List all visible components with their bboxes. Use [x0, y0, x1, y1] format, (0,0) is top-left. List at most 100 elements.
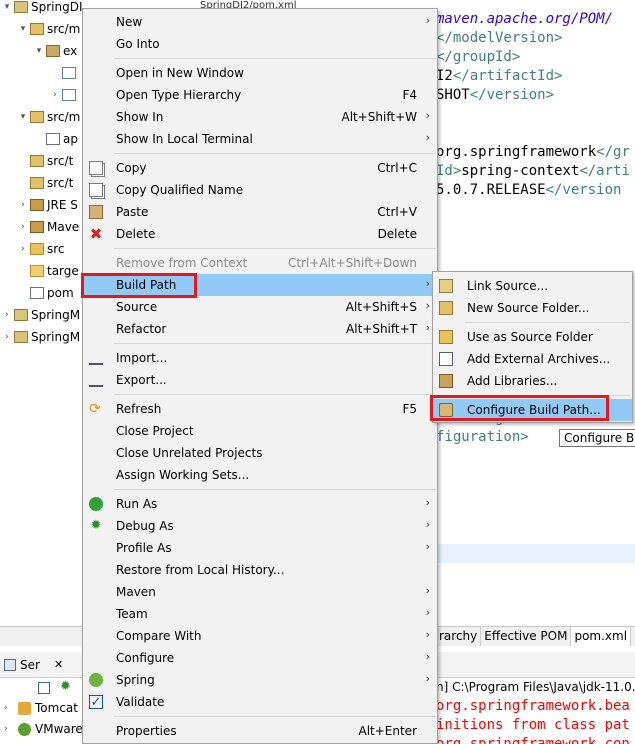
expand-arrow-icon[interactable]: ›	[2, 310, 12, 320]
menu-item-new-source-folder[interactable]: New Source Folder...	[433, 297, 632, 319]
menu-item-open-type-hierarchy[interactable]: Open Type Hierarchy F4	[83, 84, 437, 106]
menu-item-compare-with[interactable]: Compare With ›	[83, 625, 437, 647]
menu-item-source[interactable]: Source Alt+Shift+S ›	[83, 296, 437, 318]
menu-item-team[interactable]: Team ›	[83, 603, 437, 625]
tree-item[interactable]: › SpringM	[2, 327, 80, 346]
expand-arrow-icon[interactable]: ›	[18, 200, 28, 210]
menu-item-add-external-archives[interactable]: Add External Archives...	[433, 348, 632, 370]
tree-item[interactable]: ▾ ex	[34, 41, 78, 60]
menu-item-label: Spring	[116, 673, 155, 687]
tree-item[interactable]: src/t	[18, 151, 73, 170]
code-token: 5.0.7.RELEASE	[436, 182, 546, 198]
menu-item-open-in-new-window[interactable]: Open in New Window	[83, 62, 437, 84]
menu-item-build-path[interactable]: Build Path ›	[83, 274, 437, 296]
tree-item[interactable]: › SpringM	[2, 305, 80, 324]
expand-arrow-icon[interactable]: ›	[2, 332, 12, 342]
code-line: figuration>	[436, 428, 529, 447]
menu-item-label: Configure	[116, 651, 175, 665]
menu-item-label: Add Libraries...	[467, 374, 558, 388]
menu-item-export[interactable]: Export...	[83, 369, 437, 391]
expand-arrow-icon[interactable]: ›	[50, 90, 60, 100]
server-item[interactable]: › VMware	[4, 719, 83, 739]
menu-item-label: Team	[116, 607, 148, 621]
editor-page-tab[interactable]: Effective POM	[481, 627, 572, 647]
menu-item-link-source[interactable]: Link Source...	[433, 275, 632, 297]
tree-item[interactable]: ▾ src/m	[18, 19, 81, 38]
menu-item-run-as[interactable]: Run As ›	[83, 493, 437, 515]
tree-item-label: targe	[47, 263, 79, 278]
debug-icon[interactable]: ✹	[60, 679, 71, 694]
menu-item-spring[interactable]: Spring ›	[83, 669, 437, 691]
newsrc-icon	[439, 301, 453, 315]
tree-item[interactable]: › JRE S	[18, 195, 78, 214]
menu-item-properties[interactable]: Properties Alt+Enter	[83, 720, 437, 742]
tree-item-label: src/m	[47, 109, 81, 124]
expand-arrow-icon[interactable]: ▾	[18, 112, 28, 122]
menu-item-copy-qualified-name[interactable]: Copy Qualified Name	[83, 179, 437, 201]
expand-arrow-icon[interactable]: ›	[18, 244, 28, 254]
submenu-arrow-icon: ›	[425, 496, 430, 509]
tree-item[interactable]: ▾ SpringDI2	[2, 0, 82, 16]
menu-item-shortcut: Ctrl+C	[377, 161, 417, 175]
menu-item-assign-working-sets[interactable]: Assign Working Sets...	[83, 464, 437, 486]
menu-separator	[114, 394, 436, 395]
tree-item[interactable]: targe	[18, 261, 79, 280]
menu-item-go-into[interactable]: Go Into	[83, 33, 437, 55]
expand-arrow-icon[interactable]: ▾	[2, 2, 12, 12]
servers-tab[interactable]: Ser ✕	[0, 652, 82, 678]
menu-item-show-in[interactable]: Show In Alt+Shift+W ›	[83, 106, 437, 128]
expand-arrow-icon[interactable]: ›	[18, 222, 28, 232]
expand-arrow-icon[interactable]: ›	[4, 724, 14, 734]
menu-item-debug-as[interactable]: ✹ Debug As ›	[83, 515, 437, 537]
tree-item[interactable]: pom	[18, 283, 74, 302]
servers-tab-label: Ser	[20, 657, 40, 672]
menu-item-configure-build-path[interactable]: Configure Build Path...	[433, 399, 632, 421]
menu-item-maven[interactable]: Maven ›	[83, 581, 437, 603]
copy-icon	[89, 183, 103, 197]
menu-item-close-project[interactable]: Close Project	[83, 420, 437, 442]
menu-item-shortcut: Ctrl+V	[377, 205, 417, 219]
editor-tab-pom[interactable]: SpringDI2/pom.xml	[200, 0, 296, 8]
menu-item-restore-from-local-history[interactable]: Restore from Local History...	[83, 559, 437, 581]
code-token: </gr	[596, 144, 630, 160]
expand-arrow-icon[interactable]: ▾	[18, 24, 28, 34]
menu-item-refresh[interactable]: ⟳ Refresh F5	[83, 398, 437, 420]
tree-item[interactable]: src/t	[18, 173, 73, 192]
tree-item-label: src/t	[47, 153, 74, 168]
menu-item-use-as-source-folder[interactable]: Use as Source Folder	[433, 326, 632, 348]
menu-item-add-libraries[interactable]: Add Libraries...	[433, 370, 632, 392]
code-line: SHOT</version>	[436, 86, 554, 105]
expand-arrow-icon[interactable]: ▾	[34, 46, 44, 56]
code-line: 5.0.7.RELEASE</version	[436, 181, 621, 200]
menu-item-label: Compare With	[116, 629, 202, 643]
menu-item-new[interactable]: New ›	[83, 11, 437, 33]
submenu-arrow-icon: ›	[425, 131, 430, 144]
menu-item-refactor[interactable]: Refactor Alt+Shift+T ›	[83, 318, 437, 340]
expand-arrow-icon[interactable]: ›	[4, 703, 14, 713]
menu-item-label: Validate	[116, 695, 165, 709]
maven-pom-icon	[30, 286, 44, 299]
menu-item-configure[interactable]: Configure ›	[83, 647, 437, 669]
menu-item-import[interactable]: Import...	[83, 347, 437, 369]
build-path-submenu: Link Source... New Source Folder... Use as…	[432, 271, 633, 423]
menu-item-paste[interactable]: Paste Ctrl+V	[83, 201, 437, 223]
menu-item-profile-as[interactable]: Profile As ›	[83, 537, 437, 559]
tree-item[interactable]: › Mave	[18, 217, 79, 236]
tree-item[interactable]: ap	[34, 129, 78, 148]
tree-item[interactable]	[50, 63, 79, 82]
tooltip: Configure Bu	[559, 429, 635, 447]
tree-item[interactable]: ▾ src/m	[18, 107, 81, 126]
close-icon[interactable]: ✕	[54, 658, 63, 671]
tree-item[interactable]: ›	[50, 85, 79, 104]
tree-item[interactable]: › src	[18, 239, 64, 258]
menu-item-copy[interactable]: Copy Ctrl+C	[83, 157, 437, 179]
collapse-icon[interactable]	[38, 682, 50, 694]
import-icon	[89, 373, 103, 387]
menu-item-delete[interactable]: ✖ Delete Delete	[83, 223, 437, 245]
menu-item-show-in-local-terminal[interactable]: Show In Local Terminal ›	[83, 128, 437, 150]
editor-page-tab[interactable]: pom.xml	[571, 627, 632, 647]
menu-item-validate[interactable]: ✓ Validate	[83, 691, 437, 713]
editor-page-tab[interactable]: rarchy	[436, 627, 482, 647]
menu-item-close-unrelated-projects[interactable]: Close Unrelated Projects	[83, 442, 437, 464]
server-item[interactable]: › Tomcat	[4, 698, 78, 718]
